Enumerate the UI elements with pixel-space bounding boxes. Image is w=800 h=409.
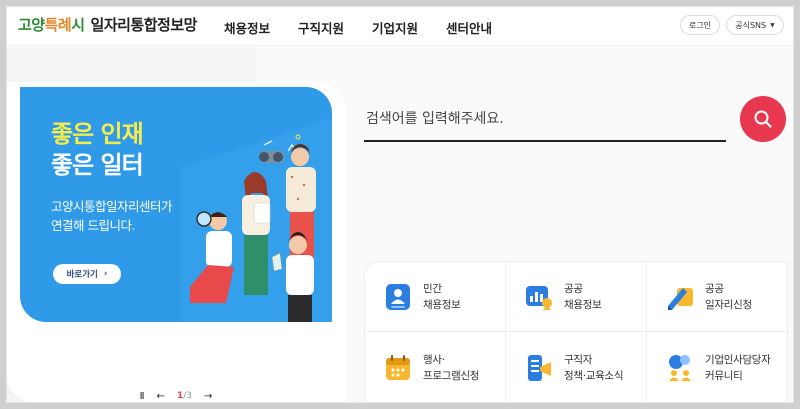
slider-controls: Ⅱ ← 1/3 → [118,383,234,409]
main-banner[interactable]: 좋은 인재 좋은 일터 고양시통합일자리센터가 연결해 드립니다. 바로가기 › [20,87,332,322]
calendar-icon [386,355,410,380]
quick-menu-public-jobs[interactable]: 공공 채용정보 [506,262,647,332]
site-header: 고양 특례 시 일자리통합정보망 채용정보 구직지원 기업지원 센터안내 로그인 공식… [6,6,794,46]
official-sns-button[interactable]: 공식SNS ▼ [726,15,784,35]
quick-menu-job-seeker-news[interactable]: 구직자 정책·교육소식 [506,332,647,404]
quick-menu-hr-community[interactable]: 기업인사담당자 커뮤니티 [647,332,789,404]
arrow-right-icon[interactable]: → [204,391,212,402]
search-input[interactable] [364,100,726,138]
banner-title: 좋은 인재 좋은 일터 [51,120,144,179]
chevron-right-icon: › [103,269,108,279]
quick-menu-event-program[interactable]: 행사· 프로그램신청 [365,332,506,404]
quick-menu-public-job-apply[interactable]: 공공 일자리신청 [647,262,789,332]
nav-item-job-seeker-support[interactable]: 구직지원 [298,18,344,37]
nav-item-jobs[interactable]: 채용정보 [224,18,270,37]
nav-item-company-support[interactable]: 기업지원 [372,18,418,37]
pen-form-icon [668,287,693,310]
megaphone-icon [528,355,551,381]
quick-menu-private-jobs[interactable]: 민간 채용정보 [365,262,506,332]
nav-item-center-info[interactable]: 센터안내 [446,18,492,37]
search-icon [754,110,772,128]
banner-go-button[interactable]: 바로가기 › [53,264,121,284]
site-logo[interactable]: 고양 특례 시 일자리통합정보망 [18,14,197,35]
login-button[interactable]: 로그인 [680,15,720,35]
slide-pagination: 1/3 [176,391,192,401]
main-nav: 채용정보 구직지원 기업지원 센터안내 [224,18,492,37]
search-bar [364,100,726,142]
caret-down-icon: ▼ [770,21,775,29]
quick-menu: 민간 채용정보 공공 채용정보 공공 일자리신청 행사· 프로그램신청 구직자 … [364,261,789,404]
arrow-left-icon[interactable]: ← [157,391,165,402]
banner-subtitle: 고양시통합일자리센터가 연결해 드립니다. [51,199,173,233]
person-card-icon [386,283,410,310]
pause-icon[interactable]: Ⅱ [140,391,145,402]
public-chart-icon [526,285,552,310]
chat-people-icon [669,355,691,381]
search-button[interactable] [740,96,786,142]
people-illustration [180,117,332,322]
